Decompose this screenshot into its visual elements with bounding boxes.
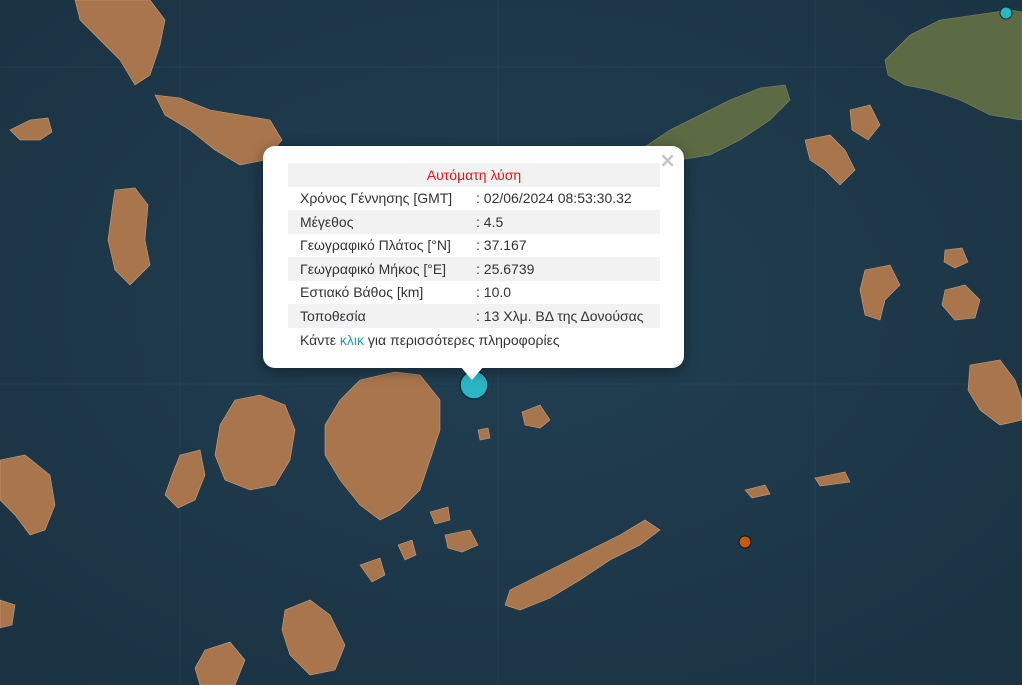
value-latitude: : 37.167 [476, 237, 527, 254]
label-depth: Εστιακό Βάθος [km] [300, 284, 424, 301]
more-info-suffix: για περισσότερες πληροφορίες [364, 332, 560, 348]
island-makares [477, 427, 491, 441]
label-latitude: Γεωγραφικό Πλάτος [°N] [300, 237, 451, 254]
value-magnitude: : 4.5 [476, 210, 660, 234]
value-location: : 13 Χλμ. ΒΔ της Δονούσας [476, 304, 660, 328]
label-magnitude: Μέγεθος [288, 210, 476, 234]
value-longitude: : 25.6739 [476, 257, 660, 281]
value-origin-time: : 02/06/2024 08:53:30.32 [476, 190, 632, 207]
popup-tip [460, 366, 484, 380]
label-longitude: Γεωγραφικό Μήκος [°E] [288, 257, 476, 281]
value-depth: : 10.0 [476, 284, 512, 301]
label-origin-time: Χρόνος Γέννησης [GMT] [300, 190, 453, 207]
more-info-prefix: Κάντε [300, 332, 340, 348]
earthquake-popup: × Αυτόματη λύση Χρόνος Γέννησης [GMT] : 0… [263, 146, 684, 368]
close-icon[interactable]: × [659, 150, 676, 170]
more-info-link[interactable]: κλικ [340, 332, 364, 348]
marker-top-right[interactable] [999, 6, 1013, 20]
marker-orange[interactable] [738, 535, 752, 549]
label-location: Τοποθεσία [288, 304, 476, 328]
popup-title: Αυτόματη λύση [288, 163, 660, 187]
more-info-text: Κάντε κλικ για περισσότερες πληροφορίες [300, 332, 560, 348]
earthquake-info-table: Αυτόματη λύση Χρόνος Γέννησης [GMT] : 02/… [288, 163, 660, 328]
